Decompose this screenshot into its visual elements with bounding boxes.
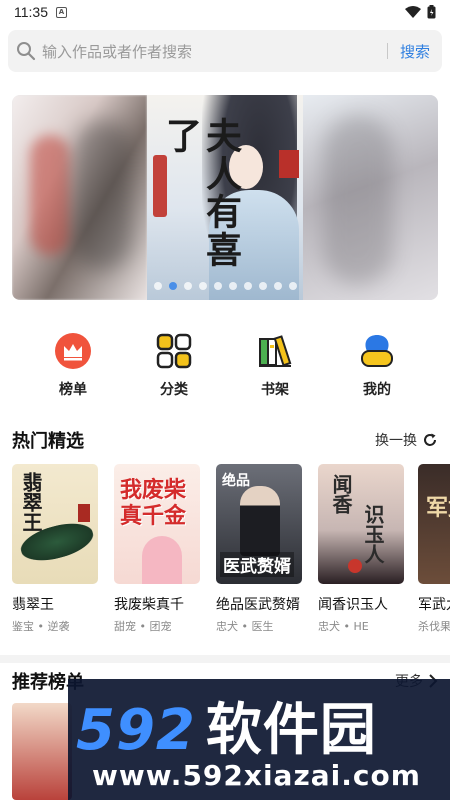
carousel-dot[interactable] — [273, 282, 282, 290]
book-cover-title: 闻香 — [329, 474, 353, 514]
book-cover-title: 军武 — [426, 496, 450, 521]
book-item[interactable]: 闻香 识玉人 闻香识玉人 忠犬 • HE — [318, 464, 404, 634]
book-tags: 甜宠 • 团宠 — [114, 620, 172, 633]
book-cover[interactable]: 绝品 医武赘婿 — [216, 464, 302, 584]
search-divider — [386, 43, 388, 59]
banner-cover-title: 夫人有喜了 — [160, 117, 242, 269]
nav-bookshelf[interactable]: 书架 — [235, 333, 315, 399]
nav-ranking-label: 榜单 — [59, 382, 87, 398]
watermark-url: www.592xiazai.com — [92, 759, 421, 792]
book-item[interactable]: 我废柴真千金 我废柴真千 甜宠 • 团宠 — [114, 464, 200, 634]
search-bar[interactable]: 输入作品或者作者搜索 搜索 — [8, 30, 442, 72]
book-item[interactable]: 军武 军武九 杀伐果 — [418, 464, 450, 634]
carousel-dot[interactable] — [288, 282, 297, 290]
book-title: 闻香识玉人 — [318, 597, 388, 613]
search-icon — [17, 42, 36, 61]
book-cover-title: 我废柴真千金 — [120, 478, 187, 529]
book-title: 军武九 — [418, 597, 450, 613]
banner-next-cover[interactable] — [303, 95, 438, 300]
search-button[interactable]: 搜索 — [400, 41, 430, 62]
watermark-logo: 592 软件园 — [76, 685, 377, 766]
carousel-dot[interactable] — [228, 282, 237, 290]
refresh-label: 换一换 — [375, 433, 417, 449]
crown-icon — [55, 333, 91, 369]
status-bar: 11:35 A — [0, 0, 450, 24]
book-title: 我废柴真千 — [114, 597, 184, 613]
carousel-dots — [12, 282, 438, 290]
cover-seal — [279, 150, 299, 178]
nav-category[interactable]: 分类 — [134, 333, 214, 399]
book-tags: 忠犬 • HE — [318, 620, 369, 633]
book-tags: 鉴宝 • 逆袭 — [12, 620, 70, 633]
carousel-dot[interactable] — [168, 282, 177, 290]
carousel-dot[interactable] — [153, 282, 162, 290]
bookshelf-icon — [259, 335, 292, 367]
banner-prev-cover[interactable] — [12, 95, 147, 300]
carousel-dot[interactable] — [243, 282, 252, 290]
book-cover-title-2: 识玉人 — [361, 504, 385, 564]
book-cover-title: 翡翠王 — [19, 472, 43, 532]
book-cover-top: 绝品 — [222, 473, 250, 489]
book-cover[interactable]: 翡翠王 — [12, 464, 98, 584]
carousel-dot[interactable] — [183, 282, 192, 290]
book-tags: 忠犬 • 医生 — [216, 620, 274, 633]
watermark-brand: 592 — [76, 698, 196, 763]
carousel-dot[interactable] — [258, 282, 267, 290]
book-title: 绝品医武赘婿 — [216, 597, 300, 613]
banner-carousel[interactable]: 夫人有喜了 — [12, 95, 438, 300]
book-cover-title: 医武赘婿 — [220, 552, 294, 577]
nav-category-label: 分类 — [160, 382, 188, 398]
watermark-brand-cn: 软件园 — [205, 698, 377, 763]
battery-icon — [427, 5, 436, 19]
grid-icon — [156, 333, 192, 369]
status-icons — [405, 5, 436, 19]
book-cover[interactable]: 我废柴真千金 — [114, 464, 200, 584]
nav-profile-label: 我的 — [363, 382, 391, 398]
refresh-icon — [424, 433, 436, 446]
wifi-icon — [405, 6, 421, 18]
book-title: 翡翠王 — [12, 597, 54, 613]
nav-bookshelf-label: 书架 — [261, 382, 289, 398]
search-input[interactable]: 输入作品或者作者搜索 — [42, 41, 387, 62]
banner-cover-image[interactable]: 夫人有喜了 — [147, 95, 304, 300]
watermark-overlay: 592 软件园 www.592xiazai.com — [68, 679, 450, 800]
ranking-book-cover[interactable] — [12, 703, 72, 800]
profile-icon — [361, 335, 393, 367]
book-item[interactable]: 绝品 医武赘婿 绝品医武赘婿 忠犬 • 医生 — [216, 464, 302, 634]
hot-section-title: 热门精选 — [12, 431, 84, 452]
book-item[interactable]: 翡翠王 翡翠王 鉴宝 • 逆袭 — [12, 464, 98, 634]
quick-nav: 榜单 分类 书架 我的 — [0, 333, 450, 398]
book-tags: 杀伐果 — [418, 620, 450, 633]
book-cover[interactable]: 军武 — [418, 464, 450, 584]
carousel-dot[interactable] — [213, 282, 222, 290]
nav-profile[interactable]: 我的 — [337, 333, 417, 399]
notification-icon: A — [56, 6, 67, 18]
hot-section-header: 热门精选 换一换 — [12, 426, 438, 454]
nav-ranking[interactable]: 榜单 — [33, 333, 113, 399]
hot-book-list: 翡翠王 翡翠王 鉴宝 • 逆袭 我废柴真千金 我废柴真千 甜宠 • 团宠 绝品 … — [12, 464, 450, 634]
section-separator — [0, 655, 450, 663]
refresh-button[interactable]: 换一换 — [375, 430, 438, 450]
carousel-dot[interactable] — [198, 282, 207, 290]
status-time: 11:35 — [14, 4, 48, 20]
book-cover[interactable]: 闻香 识玉人 — [318, 464, 404, 584]
